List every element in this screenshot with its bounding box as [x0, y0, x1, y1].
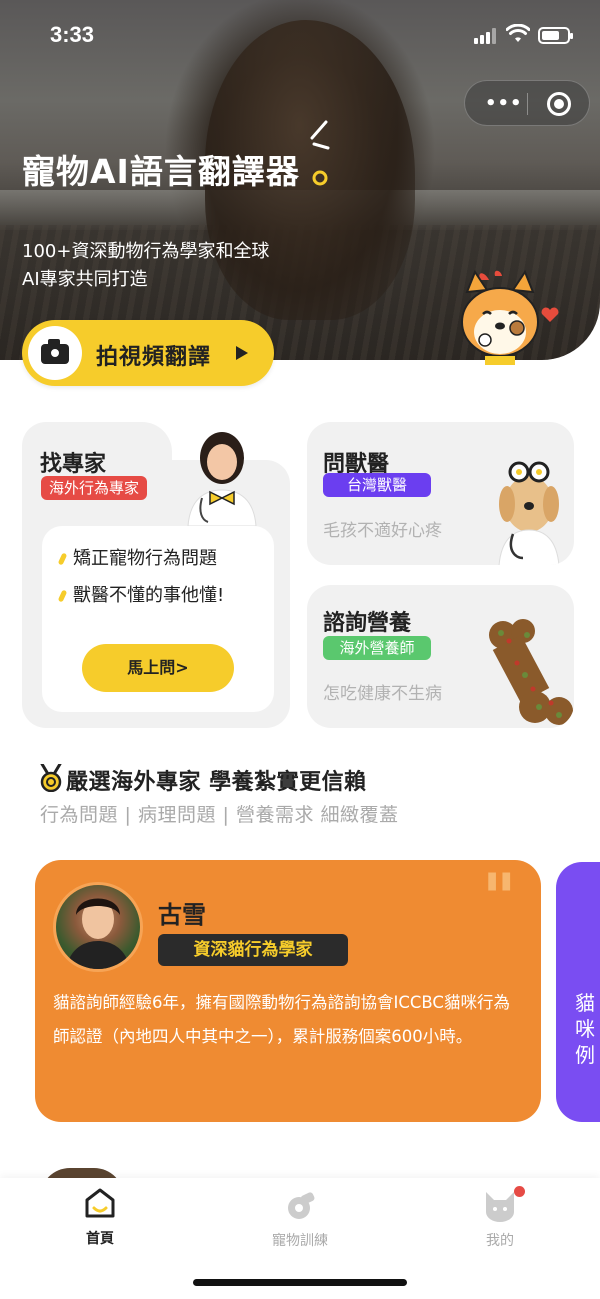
expert-avatar — [53, 882, 143, 972]
home-icon — [85, 1188, 115, 1218]
expert-name: 古雪 — [158, 901, 206, 929]
pet-food-bone-illustration — [489, 619, 573, 725]
medal-icon — [40, 764, 62, 792]
vet-dog-illustration — [498, 461, 560, 565]
cat-face-icon — [486, 1192, 514, 1222]
tab-mine[interactable]: 我的 — [440, 1186, 560, 1250]
tab-training-label: 寵物訓練 — [272, 1233, 328, 1249]
find-expert-title: 找專家 — [40, 452, 107, 477]
miniapp-capsule: ••• — [464, 80, 590, 126]
camera-icon — [28, 326, 82, 380]
find-expert-tag: 海外行為專家 — [41, 476, 148, 500]
next-expert-text: 貓咪例 — [575, 991, 595, 1067]
play-icon — [236, 346, 248, 360]
wifi-icon — [505, 23, 531, 49]
notification-dot — [514, 1186, 525, 1197]
ask-now-button[interactable]: 馬上問> — [82, 644, 234, 692]
feature-bullet-2-text: 獸醫不懂的事他懂! — [73, 585, 225, 606]
ask-vet-tag: 台灣獸醫 — [323, 473, 431, 497]
tab-home-label: 首頁 — [86, 1231, 114, 1247]
hero-subtitle-line1: 100+資深動物行為學家和全球 — [22, 241, 270, 262]
feature-bullet-1-text: 矯正寵物行為問題 — [73, 548, 217, 569]
video-translate-button[interactable]: 拍視頻翻譯 — [22, 320, 274, 386]
expert-title-tag: 資深貓行為學家 — [158, 934, 348, 966]
home-indicator — [193, 1279, 407, 1286]
feature-bullet-1: 矯正寵物行為問題 — [57, 544, 217, 570]
battery-icon — [538, 27, 573, 44]
expert-description: 貓諮詢師經驗6年，擁有國際動物行為諮詢協會ICCBC貓咪行為師認證（內地四人中其… — [53, 993, 510, 1046]
heart-icon — [541, 307, 559, 322]
shiba-mascot-illustration — [461, 270, 539, 365]
nutrition-title: 諮詢營養 — [323, 611, 412, 636]
sparkle-icon — [310, 120, 330, 186]
quote-icon: " — [482, 859, 517, 937]
section-subtitle: 行為問題 | 病理問題 | 營養需求 細緻覆蓋 — [40, 804, 399, 826]
tab-mine-label: 我的 — [486, 1233, 514, 1249]
hero-subtitle-line2: AI專家共同打造 — [22, 269, 148, 290]
target-icon[interactable] — [547, 92, 571, 116]
section-title: 嚴選海外專家 學養紮實更信賴 — [66, 770, 367, 795]
tab-home[interactable]: 首頁 — [40, 1186, 160, 1248]
nutrition-desc: 怎吃健康不生病 — [323, 684, 442, 704]
hero-subtitle: 100+資深動物行為學家和全球 AI專家共同打造 — [22, 238, 322, 294]
feature-bullet-2: 獸醫不懂的事他懂! — [57, 581, 225, 607]
ask-vet-desc: 毛孩不適好心疼 — [323, 521, 442, 541]
hero-title: 寵物AI語言翻譯器 — [22, 152, 300, 191]
signal-icon — [474, 28, 498, 44]
whistle-icon — [288, 1192, 315, 1219]
more-dots-icon[interactable]: ••• — [485, 93, 523, 114]
tab-training[interactable]: 寵物訓練 — [240, 1188, 360, 1250]
female-expert-illustration — [187, 432, 257, 526]
nutrition-tag: 海外營養師 — [323, 636, 431, 660]
status-time: 3:33 — [50, 22, 95, 47]
video-translate-label: 拍視頻翻譯 — [96, 345, 212, 370]
